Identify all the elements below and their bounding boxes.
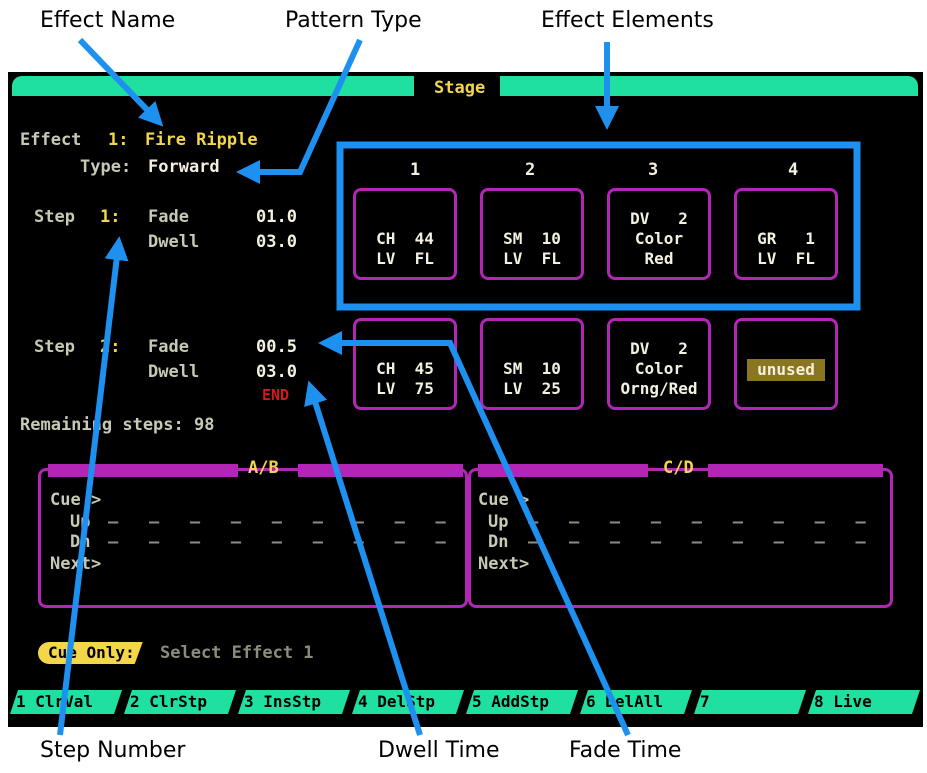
annotation-step-number: Step Number [40, 738, 186, 763]
element-line-3: Orng/Red [620, 379, 698, 398]
step2-element-4[interactable]: unused [734, 318, 838, 410]
step2-element-2[interactable]: SM 10 LV 25 [480, 318, 584, 410]
fade-label: Fade [148, 207, 189, 227]
command-prompt: Select Effect 1 [160, 643, 314, 663]
step1-element-4[interactable]: GR 1 LV FL [734, 188, 838, 280]
unused-badge: unused [747, 359, 825, 381]
console-screen: Stage Effect 1: Fire Ripple Type: Forwar… [8, 72, 923, 727]
effect-number: 1: [108, 130, 129, 150]
element-line-2: SM 10 [503, 229, 561, 248]
up-label: Up [488, 512, 509, 532]
step1-element-2[interactable]: SM 10 LV FL [480, 188, 584, 280]
fkey-insstp[interactable]: 3 InsStp [238, 690, 350, 714]
annotation-dwell-time: Dwell Time [378, 738, 500, 763]
element-line-2: GR 1 [757, 229, 815, 248]
step2-element-1[interactable]: CH 45 LV 75 [353, 318, 457, 410]
column-header: 2 [525, 160, 536, 180]
element-line-3: LV FL [376, 249, 434, 268]
dwell-label: Dwell [148, 232, 200, 252]
fkey-clrstp[interactable]: 2 ClrStp [124, 690, 236, 714]
column-header: 1 [410, 160, 421, 180]
dn-label: Dn [70, 532, 91, 552]
dwell-value[interactable]: 03.0 [256, 362, 297, 382]
type-value[interactable]: Forward [148, 157, 220, 177]
element-line-1: DV 2 [630, 209, 688, 228]
panel-cd-bar-right [708, 464, 883, 477]
element-line-2: CH 45 [376, 359, 434, 378]
step-label: Step [34, 207, 75, 227]
dn-label: Dn [488, 532, 509, 552]
cue-label: Cue > [50, 490, 102, 510]
element-line-3: LV FL [757, 249, 815, 268]
dn-placeholder: – – – – – – – – – [108, 532, 446, 552]
fkey-clrval[interactable]: 1 ClrVal [10, 690, 122, 714]
title-bar-left [12, 76, 414, 96]
fade-value[interactable]: 01.0 [256, 207, 297, 227]
element-line-1: DV 2 [630, 339, 688, 358]
dwell-label: Dwell [148, 362, 200, 382]
up-placeholder: – – – – – – – – – [528, 512, 866, 532]
column-header: 3 [648, 160, 659, 180]
dwell-value[interactable]: 03.0 [256, 232, 297, 252]
element-line-2: SM 10 [503, 359, 561, 378]
fkey-delstp[interactable]: 4 DelStp [352, 690, 464, 714]
fkey-live[interactable]: 8 Live [808, 690, 920, 714]
step-number[interactable]: 2: [100, 337, 120, 357]
up-placeholder: – – – – – – – – – [108, 512, 446, 532]
element-line-2: CH 44 [376, 229, 434, 248]
remaining-steps: Remaining steps: 98 [20, 415, 215, 435]
panel-ab-bar-left [48, 464, 238, 477]
annotation-effect-name: Effect Name [40, 8, 176, 33]
next-label: Next> [478, 554, 530, 574]
fkey-7[interactable]: 7 [694, 690, 806, 714]
fkey-addstp[interactable]: 5 AddStp [466, 690, 578, 714]
annotation-pattern-type: Pattern Type [285, 8, 422, 33]
step2-element-3[interactable]: DV 2 Color Orng/Red [607, 318, 711, 410]
type-label: Type: [80, 157, 132, 177]
end-marker: END [262, 386, 290, 404]
mode-badge[interactable]: Cue Only: [38, 642, 143, 664]
up-label: Up [70, 512, 91, 532]
screen-title: Stage [434, 78, 486, 98]
step-label: Step [34, 337, 75, 357]
cue-label: Cue > [478, 490, 530, 510]
effect-name[interactable]: Fire Ripple [145, 130, 258, 150]
element-line-2: Color [634, 229, 684, 248]
fade-label: Fade [148, 337, 189, 357]
panel-cd-title: C/D [663, 458, 694, 478]
annotation-effect-elements: Effect Elements [541, 8, 714, 33]
fkey-delall[interactable]: 6 DelAll [580, 690, 692, 714]
dn-placeholder: – – – – – – – – – [528, 532, 866, 552]
panel-cd-bar-left [478, 464, 648, 477]
step1-element-1[interactable]: CH 44 LV FL [353, 188, 457, 280]
element-line-3: LV 25 [503, 379, 561, 398]
element-line-2: Color [634, 359, 684, 378]
step1-element-3[interactable]: DV 2 Color Red [607, 188, 711, 280]
annotation-fade-time: Fade Time [569, 738, 682, 763]
fade-value[interactable]: 00.5 [256, 337, 297, 357]
next-label: Next> [50, 554, 102, 574]
element-line-3: LV FL [503, 249, 561, 268]
element-line-3: LV 75 [376, 379, 434, 398]
element-line-3: Red [644, 249, 674, 268]
panel-ab-bar-right [298, 464, 463, 477]
step-number[interactable]: 1: [100, 207, 120, 227]
effect-label: Effect [20, 130, 82, 150]
title-bar-right [500, 76, 918, 96]
column-header: 4 [788, 160, 799, 180]
panel-ab-title: A/B [248, 458, 279, 478]
